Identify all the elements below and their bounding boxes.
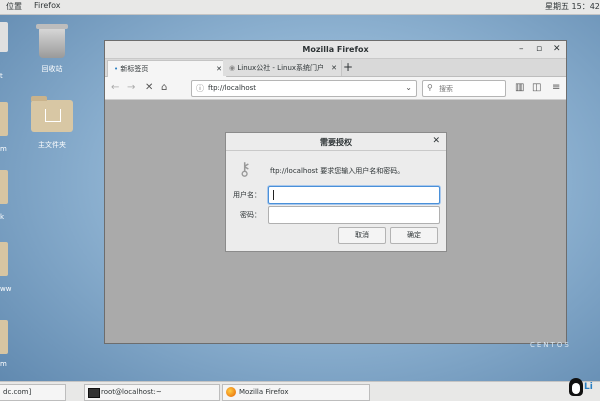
places-menu[interactable]: 位置 [6, 1, 22, 12]
password-label: 密码： [240, 211, 261, 219]
tab-label: Linux公社 - Linux系统门户 [237, 64, 325, 72]
info-icon[interactable]: ⓘ [196, 83, 204, 94]
close-tab-icon[interactable]: ✕ [331, 60, 337, 76]
minimize-button[interactable]: – [519, 44, 524, 54]
taskbar-item-terminal[interactable]: root@localhost:~ [84, 384, 220, 401]
sidebar-icon[interactable]: ◫ [532, 82, 541, 93]
home-icon [45, 109, 61, 122]
clock[interactable]: 星期五 15：42 [545, 1, 600, 12]
close-window-button[interactable]: ✕ [553, 44, 561, 54]
ok-button[interactable]: 确定 [390, 227, 438, 244]
tab-label: 新标签页 [120, 65, 149, 73]
menu-icon[interactable]: ≡ [552, 82, 560, 93]
new-tab-button[interactable]: + [343, 59, 353, 75]
window-titlebar[interactable]: Mozilla Firefox – ▫ ✕ [105, 41, 566, 59]
tab-strip: • 新标签页 ✕ ◉ Linux公社 - Linux系统门户 ✕ + [105, 59, 566, 77]
maximize-button[interactable]: ▫ [536, 44, 542, 54]
dialog-titlebar[interactable]: 需要授权 ✕ [226, 133, 446, 151]
auth-dialog: 需要授权 ✕ ⚷ ftp://localhost 要求您输入用户名和密码。 用户… [225, 132, 447, 252]
os-watermark: CENTOS [530, 341, 571, 349]
terminal-icon [88, 388, 100, 398]
taskbar-item-partial[interactable]: dc.com] [0, 384, 66, 401]
dialog-title: 需要授权 [320, 138, 352, 147]
chevron-down-icon[interactable]: ⌄ [405, 83, 412, 92]
tux-tab-icon: ◉ [229, 64, 236, 72]
key-icon: ⚷ [238, 159, 252, 180]
auth-message: ftp://localhost 要求您输入用户名和密码。 [270, 167, 405, 175]
search-icon: ⚲ [427, 83, 433, 92]
app-menu[interactable]: Firefox [34, 1, 60, 10]
edge-label-5: m [0, 360, 7, 368]
forward-icon[interactable]: → [127, 82, 135, 93]
edge-label-1: t [0, 72, 3, 80]
url-bar[interactable]: ⓘ ftp://localhost ⌄ [191, 80, 417, 97]
edge-icon-1[interactable] [0, 22, 8, 52]
corner-logo-text: Li [584, 382, 593, 392]
tab-new-tab[interactable]: • 新标签页 ✕ [107, 60, 227, 77]
edge-label-3: k [0, 213, 5, 221]
edge-folder-5[interactable] [0, 320, 8, 354]
window-title: Mozilla Firefox [302, 45, 369, 54]
taskbar-item-firefox[interactable]: Mozilla Firefox [222, 384, 370, 401]
close-tab-icon[interactable]: ✕ [216, 61, 222, 77]
home-label: 主文件夹 [38, 141, 66, 149]
trash-label: 回收站 [41, 65, 63, 73]
url-text: ftp://localhost [208, 84, 257, 92]
bottom-taskbar: dc.com] root@localhost:~ Mozilla Firefox [0, 381, 600, 401]
trash-icon [36, 24, 68, 58]
firefox-icon [226, 387, 236, 397]
trash-desktop-icon[interactable]: 回收站 [22, 24, 82, 74]
edge-label-4: ww [0, 285, 12, 293]
search-input[interactable]: ⚲ 搜索 [422, 80, 506, 97]
library-icon[interactable]: ▥ [515, 82, 524, 93]
top-panel: 位置 Firefox 星期五 15：42 [0, 0, 600, 15]
stop-icon[interactable]: ✕ [145, 82, 153, 93]
home-nav-icon[interactable]: ⌂ [161, 82, 167, 93]
tab-linux[interactable]: ◉ Linux公社 - Linux系统门户 ✕ [223, 60, 342, 76]
search-placeholder: 搜索 [439, 85, 453, 93]
username-label: 用户名： [233, 191, 261, 199]
cancel-button[interactable]: 取消 [338, 227, 386, 244]
edge-folder-4[interactable] [0, 242, 8, 276]
nav-toolbar: ← → ✕ ⌂ ⓘ ftp://localhost ⌄ ⚲ 搜索 ▥ ◫ ≡ [105, 77, 566, 100]
username-field[interactable] [268, 186, 440, 204]
edge-label-2: m [0, 145, 7, 153]
home-folder-desktop-icon[interactable]: 主文件夹 [22, 96, 82, 150]
text-caret [273, 190, 274, 200]
back-icon[interactable]: ← [111, 82, 119, 93]
edge-folder-3[interactable] [0, 170, 8, 204]
password-field[interactable] [268, 206, 440, 224]
folder-icon [31, 96, 73, 132]
edge-folder-2[interactable] [0, 102, 8, 136]
close-dialog-button[interactable]: ✕ [432, 136, 440, 146]
tux-icon [566, 374, 586, 398]
